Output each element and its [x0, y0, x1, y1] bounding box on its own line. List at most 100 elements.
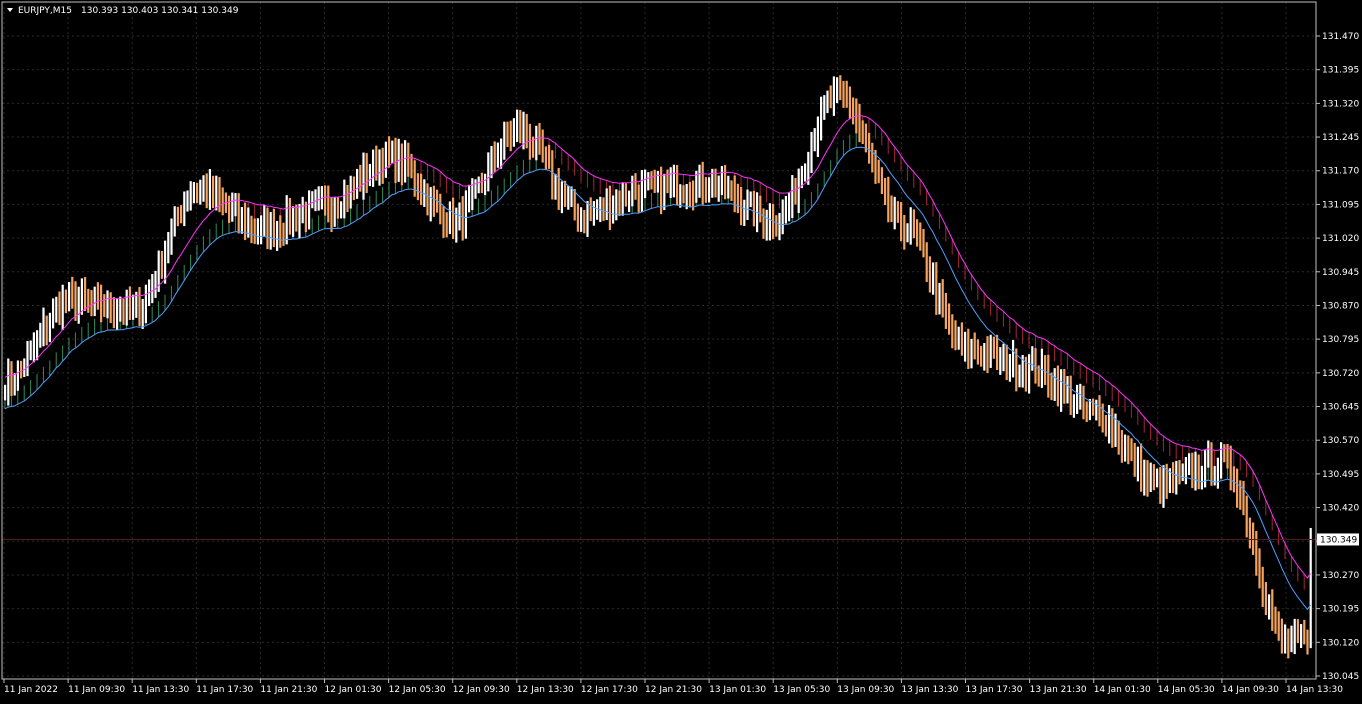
bear-bar[interactable] — [221, 187, 224, 216]
bull-bar[interactable] — [999, 347, 1002, 375]
bull-bar[interactable] — [1040, 348, 1043, 388]
bull-bar[interactable] — [141, 298, 144, 329]
bear-bar[interactable] — [954, 320, 957, 351]
bull-bar[interactable] — [263, 204, 266, 237]
bull-bar[interactable] — [580, 207, 583, 232]
bear-bar[interactable] — [701, 161, 704, 205]
bear-bar[interactable] — [980, 345, 983, 367]
bull-bar[interactable] — [119, 296, 122, 322]
bull-bar[interactable] — [647, 172, 650, 191]
bull-bar[interactable] — [836, 77, 839, 104]
bull-bar[interactable] — [656, 170, 659, 193]
bear-bar[interactable] — [1303, 619, 1306, 645]
bear-bar[interactable] — [1056, 365, 1059, 407]
bull-bar[interactable] — [743, 199, 746, 226]
bull-bar[interactable] — [672, 164, 675, 198]
bull-bar[interactable] — [234, 193, 237, 217]
bull-bar[interactable] — [644, 169, 647, 199]
bull-bar[interactable] — [13, 373, 16, 396]
bear-bar[interactable] — [122, 298, 125, 325]
bear-bar[interactable] — [1261, 566, 1264, 607]
bull-bar[interactable] — [384, 141, 387, 178]
bear-bar[interactable] — [84, 276, 87, 312]
bear-bar[interactable] — [1130, 438, 1133, 462]
bear-bar[interactable] — [637, 184, 640, 213]
bear-bar[interactable] — [58, 291, 61, 325]
bear-bar[interactable] — [1104, 414, 1107, 437]
bear-bar[interactable] — [1063, 368, 1066, 404]
bear-bar[interactable] — [509, 120, 512, 152]
bull-bar[interactable] — [61, 284, 64, 331]
bear-bar[interactable] — [288, 197, 291, 235]
bear-bar[interactable] — [87, 288, 90, 313]
bull-bar[interactable] — [663, 173, 666, 211]
bear-bar[interactable] — [218, 177, 221, 213]
bear-bar[interactable] — [1111, 408, 1114, 448]
bear-bar[interactable] — [1140, 443, 1143, 492]
bull-bar[interactable] — [535, 125, 538, 161]
bear-bar[interactable] — [794, 178, 797, 205]
bear-bar[interactable] — [842, 80, 845, 108]
bear-bar[interactable] — [180, 205, 183, 224]
bull-bar[interactable] — [1207, 440, 1210, 468]
bull-bar[interactable] — [1018, 364, 1021, 388]
bull-bar[interactable] — [592, 201, 595, 226]
bull-bar[interactable] — [474, 179, 477, 199]
bull-bar[interactable] — [378, 149, 381, 186]
bear-bar[interactable] — [1239, 480, 1242, 510]
bull-bar[interactable] — [189, 181, 192, 211]
bear-bar[interactable] — [426, 183, 429, 216]
bear-bar[interactable] — [1133, 442, 1136, 477]
bull-bar[interactable] — [208, 169, 211, 210]
bull-bar[interactable] — [298, 203, 301, 239]
bear-bar[interactable] — [900, 202, 903, 242]
bear-bar[interactable] — [1159, 466, 1162, 504]
bear-bar[interactable] — [880, 167, 883, 195]
bull-bar[interactable] — [1031, 346, 1034, 371]
bull-bar[interactable] — [29, 340, 32, 361]
bear-bar[interactable] — [327, 185, 330, 223]
bull-bar[interactable] — [586, 200, 589, 237]
bull-bar[interactable] — [317, 186, 320, 211]
bull-bar[interactable] — [970, 338, 973, 369]
bear-bar[interactable] — [976, 339, 979, 365]
bear-bar[interactable] — [205, 173, 208, 209]
bear-bar[interactable] — [324, 185, 327, 216]
bear-bar[interactable] — [544, 146, 547, 171]
bear-bar[interactable] — [624, 183, 627, 207]
bear-bar[interactable] — [381, 147, 384, 184]
bull-bar[interactable] — [1194, 451, 1197, 491]
bear-bar[interactable] — [45, 315, 48, 346]
bull-bar[interactable] — [455, 207, 458, 243]
bull-bar[interactable] — [768, 203, 771, 241]
bull-bar[interactable] — [765, 209, 768, 241]
bear-bar[interactable] — [944, 292, 947, 329]
bear-bar[interactable] — [1146, 460, 1149, 497]
bear-bar[interactable] — [1277, 611, 1280, 641]
bear-bar[interactable] — [64, 289, 67, 314]
bull-bar[interactable] — [1220, 442, 1223, 479]
bull-bar[interactable] — [16, 360, 19, 391]
bear-bar[interactable] — [128, 286, 131, 320]
bull-bar[interactable] — [1124, 434, 1127, 462]
bear-bar[interactable] — [336, 197, 339, 219]
bear-bar[interactable] — [1264, 582, 1267, 616]
bull-bar[interactable] — [26, 340, 29, 377]
bull-bar[interactable] — [1309, 527, 1312, 649]
bull-bar[interactable] — [698, 164, 701, 198]
bull-bar[interactable] — [1184, 457, 1187, 485]
bull-bar[interactable] — [260, 215, 263, 245]
bear-bar[interactable] — [589, 197, 592, 222]
bear-bar[interactable] — [618, 190, 621, 217]
bull-bar[interactable] — [202, 175, 205, 202]
bear-bar[interactable] — [1223, 444, 1226, 463]
bull-bar[interactable] — [231, 192, 234, 222]
bear-bar[interactable] — [1050, 372, 1053, 401]
bull-bar[interactable] — [186, 190, 189, 212]
bull-bar[interactable] — [512, 118, 515, 147]
bear-bar[interactable] — [1245, 495, 1248, 538]
bear-bar[interactable] — [480, 172, 483, 194]
bull-bar[interactable] — [791, 175, 794, 218]
bull-bar[interactable] — [685, 183, 688, 210]
bear-bar[interactable] — [759, 195, 762, 223]
